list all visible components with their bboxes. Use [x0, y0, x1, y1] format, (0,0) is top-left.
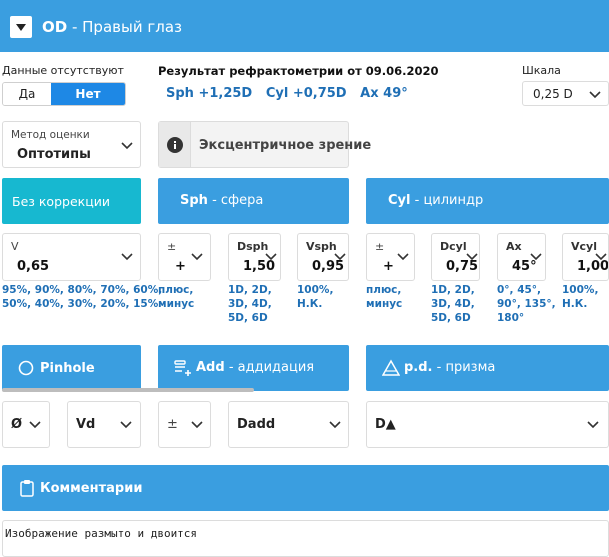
- method-select[interactable]: Метод оценки Оптотипы: [2, 121, 141, 168]
- chevron-down-icon: [530, 253, 542, 261]
- cyl-sign-label: ±: [375, 240, 385, 253]
- sph-sign-hint[interactable]: плюс, минус: [158, 283, 194, 311]
- pinhole-label: Pinhole: [40, 361, 95, 376]
- sph-header: Sph - сфера: [158, 178, 349, 224]
- v-options[interactable]: 95%, 90%, 80%, 70%, 60%, 50%, 40%, 30%, …: [2, 283, 162, 311]
- cyl-header: Cyl - цилиндр: [366, 178, 609, 224]
- dsph-hint[interactable]: 1D, 2D, 3D, 4D, 5D, 6D: [228, 283, 272, 325]
- chevron-down-icon: [121, 142, 133, 150]
- scale-select[interactable]: 0,25 D: [522, 81, 609, 106]
- vcyl-select[interactable]: Vcyl 1,00: [562, 233, 609, 281]
- chevron-down-icon: [121, 253, 133, 261]
- vsph-select[interactable]: Vsph 0,95: [297, 233, 349, 281]
- cyl-sign-hint[interactable]: плюс, минус: [366, 283, 402, 311]
- chevron-down-icon: [466, 253, 478, 261]
- pd-header: p.d. - призма: [366, 345, 609, 391]
- vsph-hint[interactable]: 100%, Н.К.: [297, 283, 333, 311]
- v-label: V: [11, 240, 19, 253]
- chevron-down-icon: [334, 253, 346, 261]
- diameter-select[interactable]: Ø: [2, 401, 50, 448]
- method-label: Метод оценки: [11, 129, 90, 141]
- prism-triangle-icon: [382, 359, 400, 376]
- no-data-toggle: Да Нет: [2, 82, 126, 106]
- chevron-down-icon: [120, 421, 132, 429]
- toggle-button[interactable]: [10, 16, 32, 38]
- vcyl-hint[interactable]: 100%, Н.К.: [562, 283, 598, 311]
- dcyl-label: Dcyl: [440, 240, 467, 253]
- eccentric-toggle[interactable]: Эксцентричное зрение: [158, 121, 371, 168]
- chevron-down-icon: [397, 253, 409, 261]
- ax-label: Ax: [506, 240, 522, 253]
- sph-sign-label: ±: [167, 240, 177, 253]
- scale-value: 0,25 D: [533, 87, 573, 101]
- horizontal-scrollbar[interactable]: [2, 388, 254, 392]
- chevron-down-icon: [191, 421, 203, 429]
- ax-select[interactable]: Ax 45°: [497, 233, 546, 281]
- refraction-values: Sph +1,25D Cyl +0,75D Ax 49°: [166, 86, 408, 101]
- comments-textarea[interactable]: Изображение размыто и двоится: [2, 520, 609, 557]
- vcyl-label: Vcyl: [571, 240, 597, 253]
- vcyl-value: 1,00: [577, 259, 609, 274]
- add-sign-label: ±: [167, 417, 178, 432]
- method-value: Оптотипы: [17, 147, 91, 162]
- triangle-down-icon: [16, 24, 26, 31]
- scale-label: Шкала: [522, 64, 561, 77]
- yes-button[interactable]: Да: [3, 83, 51, 105]
- v-select[interactable]: V 0,65: [2, 233, 141, 281]
- eye-header[interactable]: OD - Правый глаз: [0, 0, 609, 52]
- diameter-label: Ø: [11, 417, 23, 432]
- stack-plus-icon: [174, 360, 191, 376]
- sph-sign-value: +: [175, 259, 186, 274]
- chevron-down-icon: [265, 253, 277, 261]
- dprism-label: D▲: [375, 417, 396, 432]
- vd-label: Vd: [76, 417, 96, 432]
- v-value: 0,65: [17, 259, 50, 274]
- add-sign-select[interactable]: ±: [158, 401, 211, 448]
- dadd-select[interactable]: Dadd: [228, 401, 349, 448]
- dsph-value: 1,50: [243, 259, 276, 274]
- no-button[interactable]: Нет: [51, 83, 125, 105]
- dcyl-hint[interactable]: 1D, 2D, 3D, 4D, 5D, 6D: [431, 283, 475, 325]
- dsph-label: Dsph: [237, 240, 269, 253]
- refraction-title: Результат рефрактометрии от 09.06.2020: [158, 64, 439, 78]
- eye-title: OD - Правый глаз: [42, 18, 182, 36]
- info-icon: [167, 137, 183, 153]
- chevron-down-icon: [595, 253, 607, 261]
- pinhole-toggle[interactable]: Pinhole: [2, 345, 141, 391]
- circle-icon: [18, 360, 34, 376]
- dcyl-select[interactable]: Dcyl 0,75: [431, 233, 480, 281]
- cyl-sign-value: +: [383, 259, 394, 274]
- chevron-down-icon: [191, 253, 203, 261]
- chevron-down-icon: [587, 421, 599, 429]
- eccentric-label: Эксцентричное зрение: [199, 138, 372, 153]
- comments-text: Изображение размыто и двоится: [5, 527, 198, 540]
- sph-sign-select[interactable]: ± +: [158, 233, 211, 281]
- dprism-select[interactable]: D▲: [366, 401, 609, 448]
- dadd-label: Dadd: [237, 417, 276, 432]
- dcyl-value: 0,75: [446, 259, 479, 274]
- clipboard-icon: [20, 480, 34, 497]
- vsph-label: Vsph: [306, 240, 337, 253]
- vsph-value: 0,95: [312, 259, 345, 274]
- dsph-select[interactable]: Dsph 1,50: [228, 233, 281, 281]
- chevron-down-icon: [589, 91, 601, 99]
- comments-header: Комментарии: [2, 465, 609, 511]
- ax-value: 45°: [512, 259, 537, 274]
- vd-select[interactable]: Vd: [67, 401, 141, 448]
- chevron-down-icon: [329, 421, 341, 429]
- comments-label: Комментарии: [40, 481, 143, 496]
- chevron-down-icon: [29, 421, 41, 429]
- cyl-sign-select[interactable]: ± +: [366, 233, 415, 281]
- add-header: Add - аддидация: [158, 345, 349, 391]
- ax-hint[interactable]: 0°, 45°, 90°, 135°, 180°: [497, 283, 556, 325]
- no-data-label: Данные отсутствуют: [2, 64, 124, 77]
- no-correction-header: Без коррекции: [2, 178, 141, 224]
